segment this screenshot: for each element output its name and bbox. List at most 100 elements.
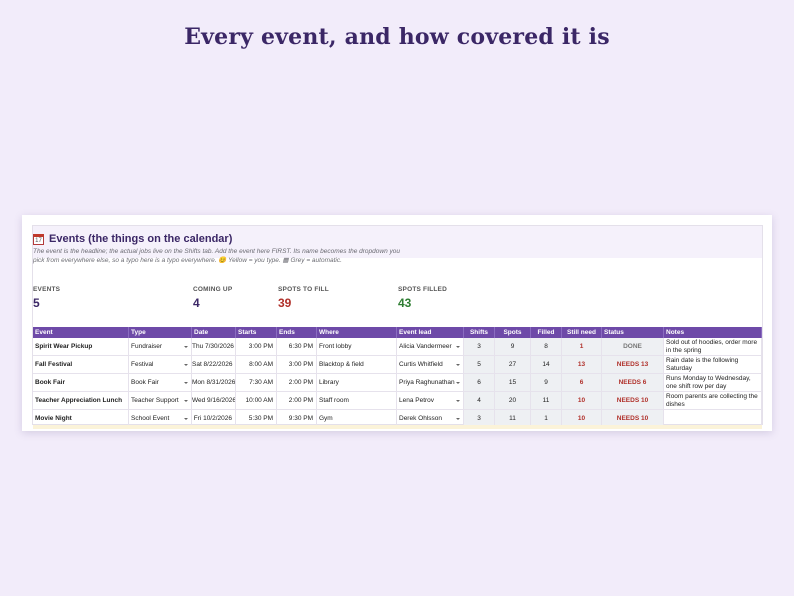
cell-where[interactable]: Staff room	[317, 392, 397, 410]
dropdown-caret-icon[interactable]	[456, 346, 460, 348]
cell-status[interactable]: NEEDS 13	[602, 356, 664, 374]
cell-date[interactable]: Sat 8/22/2026	[192, 356, 236, 374]
cell-filled[interactable]: 9	[531, 374, 562, 392]
cell-lead[interactable]: Alicia Vandermeer	[397, 338, 464, 356]
cell-filled[interactable]: 14	[531, 356, 562, 374]
column-header-shifts[interactable]: Shifts	[464, 327, 495, 338]
cell-date[interactable]: Wed 9/16/2026	[192, 392, 236, 410]
cell-shifts[interactable]: 5	[464, 356, 495, 374]
cell-filled[interactable]: 11	[531, 392, 562, 410]
cell-still-need[interactable]: 6	[562, 374, 602, 392]
cell-event[interactable]: Fall Festival	[33, 356, 129, 374]
cell-status[interactable]: NEEDS 6	[602, 374, 664, 392]
cell-notes[interactable]: Sold out of hoodies, order more in the s…	[664, 338, 762, 356]
cell-spots[interactable]: 27	[495, 356, 531, 374]
cell-text: Lena Petrov	[399, 397, 435, 404]
cell-text: 10	[577, 415, 586, 422]
column-header-notes[interactable]: Notes	[664, 327, 762, 338]
cell-lead[interactable]: Priya Raghunathan	[397, 374, 464, 392]
cell-shifts[interactable]: 3	[464, 338, 495, 356]
cell-ends[interactable]: 2:00 PM	[277, 392, 317, 410]
cell-text: 6	[477, 379, 481, 386]
cell-text: NEEDS 13	[616, 361, 649, 368]
cell-type[interactable]: Fundraiser	[129, 338, 192, 356]
cell-text: 9	[544, 379, 548, 386]
cell-text: 6	[579, 379, 584, 386]
dropdown-caret-icon[interactable]	[456, 364, 460, 366]
cell-starts[interactable]: 8:00 AM	[236, 356, 277, 374]
cell-still-need[interactable]: 10	[562, 392, 602, 410]
column-header-still-need[interactable]: Still need	[562, 327, 602, 338]
cell-text: 7:30 AM	[249, 379, 273, 386]
cell-lead[interactable]: Lena Petrov	[397, 392, 464, 410]
cell-status[interactable]: DONE	[602, 338, 664, 356]
cell-event[interactable]: Spirit Wear Pickup	[33, 338, 129, 356]
cell-text: Staff room	[319, 397, 349, 404]
cell-date[interactable]: Thu 7/30/2026	[192, 338, 236, 356]
dropdown-caret-icon[interactable]	[184, 400, 188, 402]
cell-text: 5:30 PM	[248, 415, 273, 422]
stat-label: SPOTS TO FILL	[278, 286, 329, 293]
cell-text: 3:00 PM	[288, 361, 313, 368]
cell-where[interactable]: Library	[317, 374, 397, 392]
cell-lead[interactable]: Curtis Whitfield	[397, 356, 464, 374]
dropdown-caret-icon[interactable]	[184, 382, 188, 384]
cell-spots[interactable]: 20	[495, 392, 531, 410]
dropdown-caret-icon[interactable]	[184, 346, 188, 348]
cell-text: 27	[508, 361, 517, 368]
cell-notes[interactable]: Room parents are collecting the dishes	[664, 392, 762, 410]
cell-type[interactable]: Book Fair	[129, 374, 192, 392]
column-header-date[interactable]: Date	[192, 327, 236, 338]
dropdown-caret-icon[interactable]	[184, 364, 188, 366]
column-header-ends[interactable]: Ends	[277, 327, 317, 338]
dropdown-caret-icon[interactable]	[456, 400, 460, 402]
cell-date[interactable]: Mon 8/31/2026	[192, 374, 236, 392]
cell-text: Teacher Appreciation Lunch	[35, 397, 123, 404]
cell-notes[interactable]: Rain date is the following Saturday	[664, 356, 762, 374]
cell-starts[interactable]: 10:00 AM	[236, 392, 277, 410]
cell-spots[interactable]: 15	[495, 374, 531, 392]
dropdown-caret-icon[interactable]	[456, 418, 460, 420]
cell-text: Festival	[131, 361, 154, 368]
cell-text: 1	[579, 343, 584, 350]
section-title: Events (the things on the calendar)	[49, 233, 233, 245]
column-header-starts[interactable]: Starts	[236, 327, 277, 338]
cell-event[interactable]: Teacher Appreciation Lunch	[33, 392, 129, 410]
column-header-filled[interactable]: Filled	[531, 327, 562, 338]
cell-ends[interactable]: 3:00 PM	[277, 356, 317, 374]
cell-text: Curtis Whitfield	[399, 361, 443, 368]
cell-shifts[interactable]: 4	[464, 392, 495, 410]
cell-text: Fri 10/2/2026	[193, 415, 232, 422]
cell-shifts[interactable]: 6	[464, 374, 495, 392]
dropdown-caret-icon[interactable]	[456, 382, 460, 384]
column-header-event[interactable]: Event	[33, 327, 129, 338]
cell-ends[interactable]: 6:30 PM	[277, 338, 317, 356]
cell-type[interactable]: Teacher Support	[129, 392, 192, 410]
column-header-type[interactable]: Type	[129, 327, 192, 338]
cell-spots[interactable]: 9	[495, 338, 531, 356]
cell-event[interactable]: Book Fair	[33, 374, 129, 392]
cell-text: Mon 8/31/2026	[192, 379, 236, 386]
cell-text: School Event	[131, 415, 170, 422]
cell-text: NEEDS 10	[616, 415, 649, 422]
cell-still-need[interactable]: 13	[562, 356, 602, 374]
cell-where[interactable]: Front lobby	[317, 338, 397, 356]
cell-still-need[interactable]: 1	[562, 338, 602, 356]
column-header-spots[interactable]: Spots	[495, 327, 531, 338]
cell-starts[interactable]: 7:30 AM	[236, 374, 277, 392]
cell-starts[interactable]: 3:00 PM	[236, 338, 277, 356]
cell-text: Runs Monday to Wednesday, one shift row …	[666, 375, 751, 390]
cell-text: Room parents are collecting the dishes	[666, 393, 758, 408]
stat-events: EVENTS 5	[33, 286, 60, 310]
column-header-event-lead[interactable]: Event lead	[397, 327, 464, 338]
cell-status[interactable]: NEEDS 10	[602, 392, 664, 410]
cell-ends[interactable]: 2:00 PM	[277, 374, 317, 392]
cell-filled[interactable]: 8	[531, 338, 562, 356]
column-header-where[interactable]: Where	[317, 327, 397, 338]
cell-where[interactable]: Blacktop & field	[317, 356, 397, 374]
cell-notes[interactable]: Runs Monday to Wednesday, one shift row …	[664, 374, 762, 392]
stat-value: 4	[193, 296, 200, 310]
cell-type[interactable]: Festival	[129, 356, 192, 374]
column-header-status[interactable]: Status	[602, 327, 664, 338]
dropdown-caret-icon[interactable]	[184, 418, 188, 420]
